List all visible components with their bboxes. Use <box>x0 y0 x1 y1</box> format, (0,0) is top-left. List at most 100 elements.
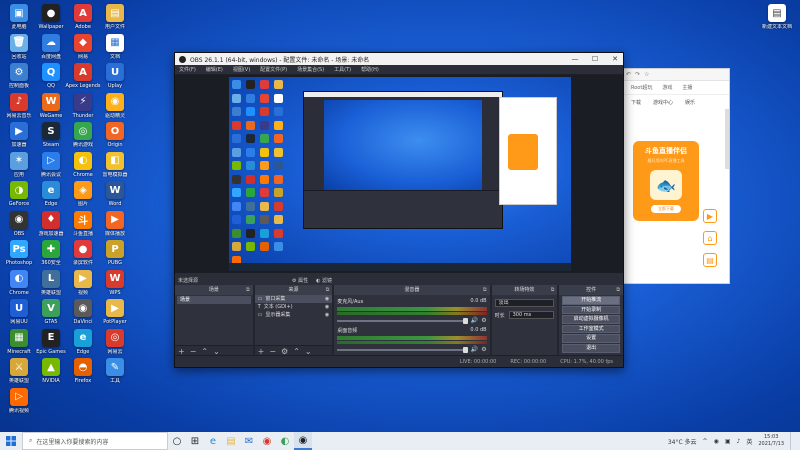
eye-icon[interactable]: ◉ <box>325 311 329 319</box>
menu-edit[interactable]: 编辑(E) <box>206 66 223 73</box>
menu-file[interactable]: 文件(F) <box>179 66 196 73</box>
douyu-promo-card[interactable]: 斗鱼直播伴侣 最好用的PC直播工具 🐟 立即下载 <box>633 141 699 221</box>
file-explorer-icon[interactable]: ▤ <box>222 432 240 450</box>
scrollbar[interactable] <box>725 109 729 169</box>
volume-icon[interactable]: ♪ <box>737 438 741 445</box>
desktop-icon-label: 网易 <box>77 53 88 60</box>
filters-button[interactable]: ◐ 滤镜 <box>316 277 332 284</box>
obs-title: OBS 26.1.1 (64-bit, windows) - 配置文件: 未命名… <box>190 56 370 64</box>
document-icon: ▤ <box>768 4 786 22</box>
app-icon: ✚ <box>42 240 60 258</box>
redo-icon[interactable]: ↷ <box>635 71 640 78</box>
dock-menu-icon[interactable]: ⧉ <box>616 285 620 295</box>
weather-widget[interactable]: 34°C 多云 <box>668 437 697 446</box>
obs-window[interactable]: OBS 26.1.1 (64-bit, windows) - 配置文件: 未命名… <box>174 52 624 368</box>
mail-icon[interactable]: ✉ <box>240 432 258 450</box>
app-icon: U <box>106 63 124 81</box>
start-virtual-camera-button[interactable]: 启动虚拟摄像机 <box>562 315 620 324</box>
show-desktop-button[interactable] <box>790 432 794 450</box>
ime-icon[interactable]: 英 <box>746 437 752 446</box>
start-button[interactable] <box>0 432 22 450</box>
network-icon[interactable]: ▣ <box>725 438 731 445</box>
slider-knob[interactable] <box>462 346 468 353</box>
cortana-icon[interactable]: ○ <box>168 432 186 450</box>
volume-slider[interactable] <box>337 317 468 324</box>
app-icon: ☁ <box>42 33 60 52</box>
taskbar-search[interactable]: ⌕ 在这里输入你要搜索的内容 <box>22 432 168 450</box>
duration-input[interactable]: 300 ms <box>508 311 555 319</box>
desktop-icon[interactable]: ▷ 腾讯视频 <box>2 387 36 424</box>
start-recording-button[interactable]: 开始录制 <box>562 305 620 315</box>
task-view-icon[interactable]: ⊞ <box>186 432 204 450</box>
preview-taskbar <box>229 263 571 271</box>
obs-docks: 场景 ⧉ 场景 + − ⌃ ⌄ 来源 ⧉ ▭ 窗口采集 ◉ T 文本 (GDI+) … <box>175 285 623 357</box>
home-icon[interactable]: ⌂ <box>703 231 717 245</box>
clock[interactable]: 15:03 2021/7/13 <box>758 434 784 448</box>
app-icon: ◐ <box>10 269 28 288</box>
nav-item[interactable]: 游戏中心 <box>653 99 673 106</box>
speaker-icon[interactable]: 🔊 <box>471 317 478 324</box>
app-icon: ▶ <box>10 122 28 140</box>
desktop-icon[interactable]: ✎ 工具 <box>98 358 132 394</box>
dock-menu-icon[interactable]: ⧉ <box>483 285 487 295</box>
transition-select[interactable]: 淡出 <box>494 299 555 307</box>
slider-knob[interactable] <box>462 317 468 324</box>
settings-button[interactable]: 设置 <box>562 334 620 343</box>
speaker-icon[interactable]: 🔊 <box>471 346 478 353</box>
app-icon: e <box>74 328 92 347</box>
volume-slider[interactable] <box>337 346 468 353</box>
desktop-icon-text-document[interactable]: ▤ 新建文本文档 <box>760 4 794 40</box>
menu-view[interactable]: 视图(V) <box>233 66 250 73</box>
desktop-icon[interactable]: ◓ Firefox <box>66 358 100 394</box>
obs-taskbar-icon[interactable]: ◉ <box>294 432 312 450</box>
eye-icon[interactable]: ◉ <box>325 295 329 303</box>
scene-item[interactable]: 场景 <box>177 296 251 304</box>
bookmark-item[interactable]: Root超玩 <box>631 84 652 91</box>
source-item[interactable]: T 文本 (GDI+) ◉ <box>255 303 333 311</box>
list-icon[interactable]: ▤ <box>703 253 717 267</box>
edge-icon[interactable]: e <box>204 432 222 450</box>
app-icon[interactable]: ◉ <box>258 432 276 450</box>
preview-desktop-icon <box>260 80 269 89</box>
desktop-icon-label: Edge <box>76 348 90 355</box>
preview-desktop-icon <box>232 201 241 211</box>
tray-overflow-icon[interactable]: ^ <box>703 438 708 445</box>
play-icon[interactable]: ▶ <box>703 209 717 223</box>
desktop-icon-label: 腾讯游戏 <box>72 142 93 148</box>
tray-app-icon[interactable]: ◉ <box>714 438 719 445</box>
star-icon[interactable]: ☆ <box>644 71 649 78</box>
nav-item[interactable]: 娱乐 <box>685 99 695 106</box>
menu-help[interactable]: 帮助(H) <box>361 66 379 73</box>
app-icon: ▤ <box>106 4 124 22</box>
menu-tools[interactable]: 工具(T) <box>334 66 351 73</box>
studio-mode-button[interactable]: 工作室模式 <box>562 324 620 334</box>
close-button[interactable]: ✕ <box>607 55 623 63</box>
dock-menu-icon[interactable]: ⧉ <box>246 285 250 295</box>
bookmark-item[interactable]: 游戏 <box>662 84 672 91</box>
nav-item[interactable]: 下载 <box>631 99 641 106</box>
source-item[interactable]: ▭ 显示器采集 ◉ <box>255 311 333 319</box>
start-streaming-button[interactable]: 开始推流 <box>562 296 620 305</box>
dock-menu-icon[interactable]: ⧉ <box>326 285 330 295</box>
gear-icon[interactable]: ⚙ <box>481 317 486 324</box>
menu-profile[interactable]: 配置文件(P) <box>260 66 287 73</box>
dock-menu-icon[interactable]: ⧉ <box>551 285 555 295</box>
properties-button[interactable]: ⚙ 属性 <box>292 277 308 284</box>
preview-desktop-icon <box>274 107 283 116</box>
menu-scene-collection[interactable]: 场景集合(S) <box>297 66 324 73</box>
bookmark-item[interactable]: 主播 <box>682 84 692 91</box>
browser-window[interactable]: ✂ ↶ ↷ ☆ Root超玩 游戏 主播 下载 游戏中心 娱乐 斗鱼直播伴侣 最… <box>612 68 730 284</box>
eye-icon[interactable]: ◉ <box>325 303 329 311</box>
gear-icon[interactable]: ⚙ <box>481 346 486 353</box>
obs-statusbar: LIVE: 00:00:00 REC: 00:00:00 CPU: 1.7%, … <box>175 355 623 367</box>
obs-preview[interactable] <box>175 75 623 273</box>
promo-download-button[interactable]: 立即下载 <box>651 205 681 213</box>
source-item[interactable]: ▭ 窗口采集 ◉ <box>254 295 333 303</box>
exit-button[interactable]: 退出 <box>562 343 620 353</box>
desktop-icon[interactable]: ▲ NVIDIA <box>34 358 68 394</box>
system-tray: 34°C 多云 ^ ◉ ▣ ♪ 英 15:03 2021/7/13 <box>668 432 800 450</box>
maximize-button[interactable]: ☐ <box>587 55 603 63</box>
browser-icon[interactable]: ◐ <box>276 432 294 450</box>
minimize-button[interactable]: — <box>567 55 583 63</box>
undo-icon[interactable]: ↶ <box>626 71 631 78</box>
